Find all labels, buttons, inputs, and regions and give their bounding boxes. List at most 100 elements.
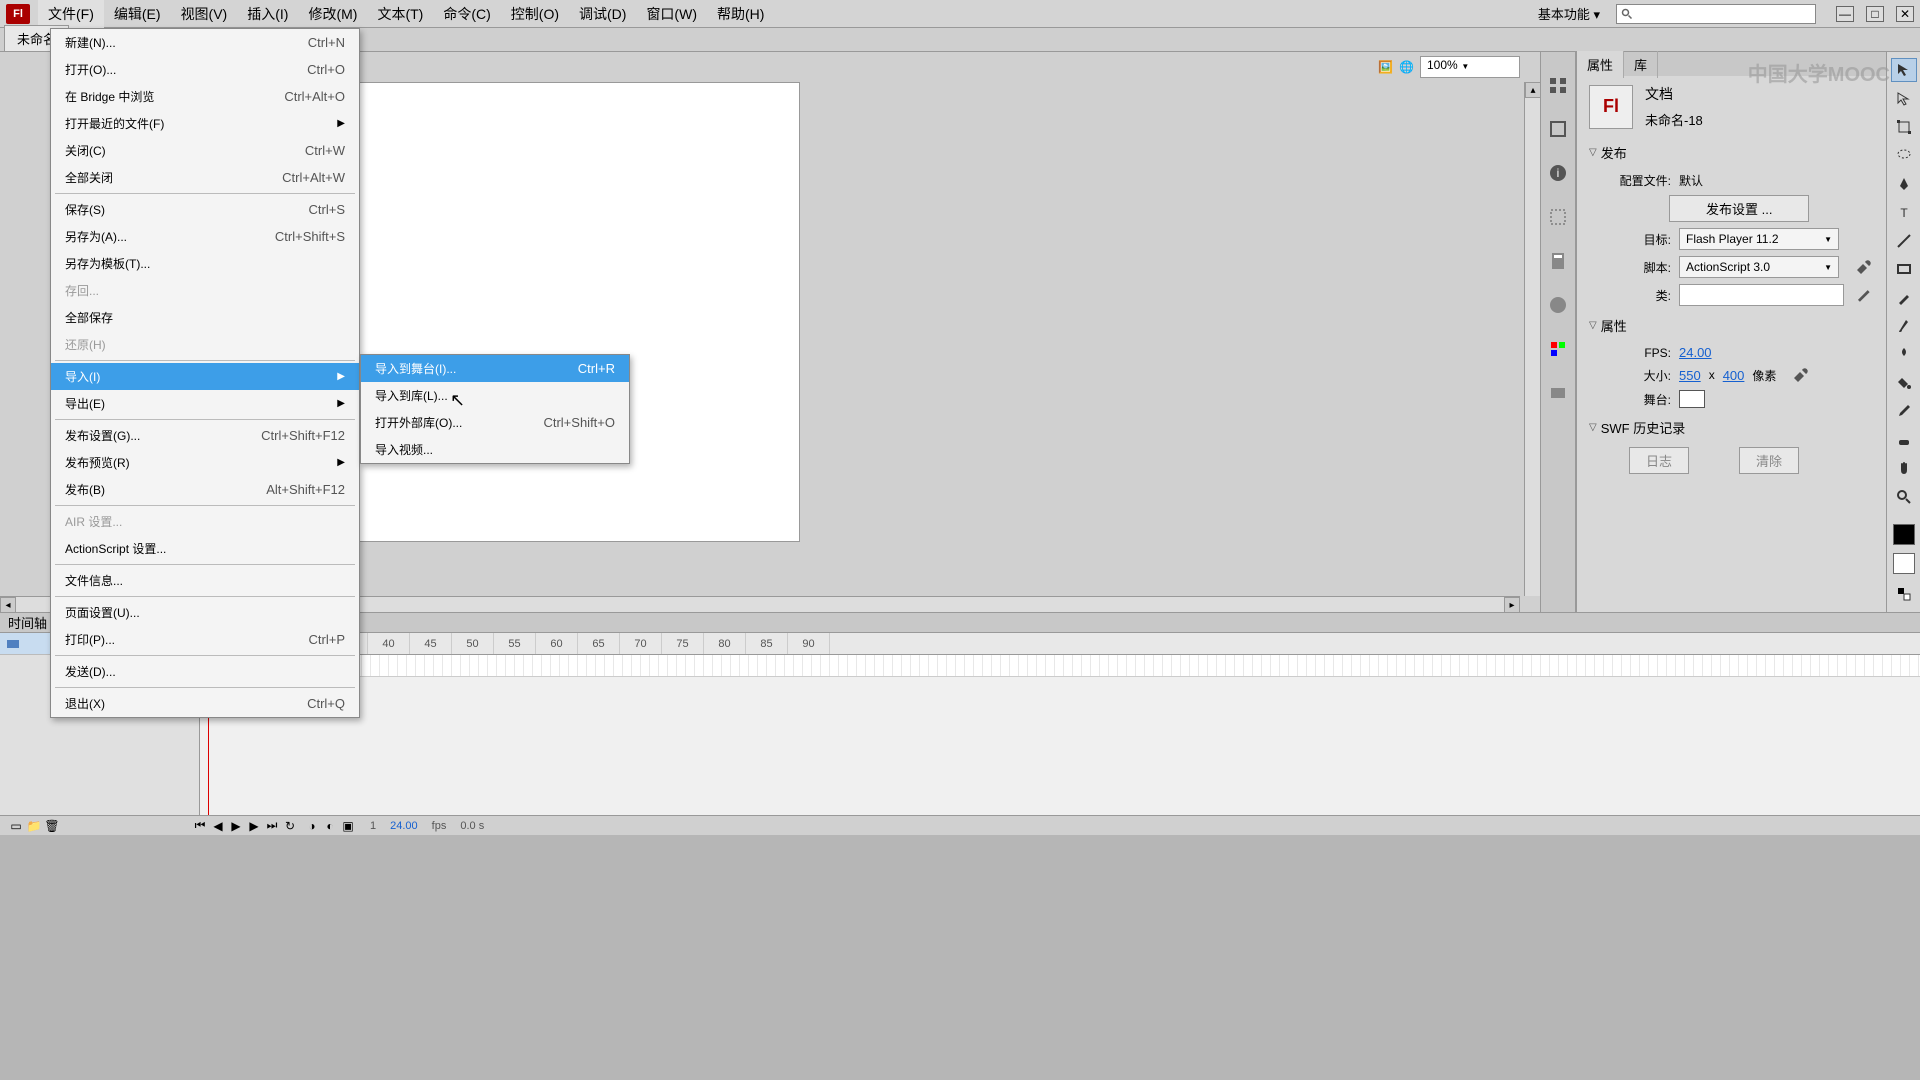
import-submenu-item[interactable]: 导入到舞台(I)...Ctrl+R [361, 355, 629, 382]
tab-library[interactable]: 库 [1624, 51, 1658, 78]
pencil-tool[interactable] [1891, 285, 1917, 309]
menu-insert[interactable]: 插入(I) [237, 0, 298, 28]
text-tool[interactable]: T [1891, 200, 1917, 224]
vertical-scrollbar[interactable]: ▴ [1524, 82, 1540, 596]
menu-modify[interactable]: 修改(M) [298, 0, 367, 28]
hand-tool[interactable] [1891, 456, 1917, 480]
wrench-icon[interactable] [1855, 258, 1873, 276]
stage-color-icon[interactable]: 🖼️ [1378, 60, 1393, 74]
step-back[interactable]: ◀ [210, 818, 226, 834]
pen-tool[interactable] [1891, 172, 1917, 196]
file-menu-item[interactable]: ActionScript 设置... [51, 535, 359, 562]
fps-value[interactable]: 24.00 [1679, 345, 1712, 360]
dock-bound-icon[interactable] [1545, 204, 1571, 230]
stage-globe-icon[interactable]: 🌐 [1399, 60, 1414, 74]
file-menu-item[interactable]: 关闭(C)Ctrl+W [51, 137, 359, 164]
target-select[interactable]: Flash Player 11.2 [1679, 228, 1839, 250]
frame-row[interactable] [200, 655, 1920, 677]
file-menu-item[interactable]: 发布(B)Alt+Shift+F12 [51, 476, 359, 503]
file-menu-item[interactable]: 页面设置(U)... [51, 599, 359, 626]
fill-color-swatch[interactable] [1893, 553, 1915, 574]
onion-skin-button[interactable]: ◑ [304, 818, 320, 834]
goto-last-frame[interactable]: ⏭ [264, 818, 280, 834]
file-menu-item[interactable]: 全部保存 [51, 304, 359, 331]
log-button[interactable]: 日志 [1629, 447, 1689, 474]
file-menu-item[interactable]: 另存为模板(T)... [51, 250, 359, 277]
file-menu-item[interactable]: 打开(O)...Ctrl+O [51, 56, 359, 83]
dock-components-icon[interactable] [1545, 380, 1571, 406]
subselection-tool[interactable] [1891, 86, 1917, 110]
section-attributes[interactable]: 属性 [1589, 312, 1874, 339]
delete-layer-button[interactable]: 🗑 [44, 818, 60, 834]
file-menu-item[interactable]: 导入(I)▶ [51, 363, 359, 390]
import-submenu-item[interactable]: 导入到库(L)... [361, 382, 629, 409]
play-button[interactable]: ▶ [228, 818, 244, 834]
lasso-tool[interactable] [1891, 143, 1917, 167]
menu-edit[interactable]: 编辑(E) [104, 0, 171, 28]
menu-file[interactable]: 文件(F) [38, 0, 104, 28]
eyedropper-tool[interactable] [1891, 399, 1917, 423]
menu-debug[interactable]: 调试(D) [569, 0, 636, 28]
pencil-icon[interactable] [1856, 286, 1874, 304]
file-menu-item[interactable]: 发布预览(R)▶ [51, 449, 359, 476]
search-input[interactable] [1616, 4, 1816, 24]
stroke-color-swatch[interactable] [1893, 524, 1915, 545]
file-menu-item[interactable]: 在 Bridge 中浏览Ctrl+Alt+O [51, 83, 359, 110]
maximize-button[interactable]: □ [1866, 6, 1884, 22]
dock-swatches-icon[interactable] [1545, 336, 1571, 362]
file-menu-item[interactable]: 发布设置(G)...Ctrl+Shift+F12 [51, 422, 359, 449]
close-button[interactable]: ✕ [1896, 6, 1914, 22]
section-publish[interactable]: 发布 [1589, 139, 1874, 166]
loop-button[interactable]: ↻ [282, 818, 298, 834]
swap-colors-icon[interactable] [1891, 582, 1917, 606]
eraser-tool[interactable] [1891, 427, 1917, 451]
class-input[interactable] [1679, 284, 1844, 306]
file-menu-item[interactable]: 全部关闭Ctrl+Alt+W [51, 164, 359, 191]
workspace-selector[interactable]: 基本功能 ▾ [1530, 2, 1608, 25]
scroll-up-arrow[interactable]: ▴ [1525, 82, 1541, 98]
menu-view[interactable]: 视图(V) [171, 0, 238, 28]
paint-bucket-tool[interactable] [1891, 371, 1917, 395]
file-menu-item[interactable]: 打开最近的文件(F)▶ [51, 110, 359, 137]
dock-align-icon[interactable] [1545, 72, 1571, 98]
file-menu-item[interactable]: 新建(N)...Ctrl+N [51, 29, 359, 56]
import-submenu-item[interactable]: 打开外部库(O)...Ctrl+Shift+O [361, 409, 629, 436]
frame-ruler[interactable]: 202530354045505560657075808590 [200, 633, 1920, 655]
file-menu-item[interactable]: 发送(D)... [51, 658, 359, 685]
file-menu-item[interactable]: 导出(E)▶ [51, 390, 359, 417]
import-submenu-item[interactable]: 导入视频... [361, 436, 629, 463]
goto-first-frame[interactable]: ⏮ [192, 818, 208, 834]
minimize-button[interactable]: — [1836, 6, 1854, 22]
rectangle-tool[interactable] [1891, 257, 1917, 281]
menu-help[interactable]: 帮助(H) [707, 0, 774, 28]
tab-properties[interactable]: 属性 [1577, 51, 1624, 78]
zoom-tool[interactable] [1891, 484, 1917, 508]
scroll-right-arrow[interactable]: ▸ [1504, 597, 1520, 613]
zoom-select[interactable]: 100% ▼ [1420, 56, 1520, 78]
line-tool[interactable] [1891, 229, 1917, 253]
dock-info-icon[interactable]: i [1545, 160, 1571, 186]
menu-text[interactable]: 文本(T) [367, 0, 433, 28]
dock-color-icon[interactable] [1545, 292, 1571, 318]
selection-tool[interactable] [1891, 58, 1917, 82]
size-wrench-icon[interactable] [1792, 366, 1810, 384]
menu-window[interactable]: 窗口(W) [636, 0, 707, 28]
stage-color-swatch[interactable] [1679, 390, 1705, 408]
dock-library-icon[interactable] [1545, 248, 1571, 274]
new-layer-button[interactable]: ▭ [8, 818, 24, 834]
onion-outline-button[interactable]: ◐ [322, 818, 338, 834]
deco-tool[interactable] [1891, 342, 1917, 366]
edit-multiple-button[interactable]: ▣ [340, 818, 356, 834]
dock-transform-icon[interactable] [1545, 116, 1571, 142]
new-folder-button[interactable]: 📁 [26, 818, 42, 834]
file-menu-item[interactable]: 文件信息... [51, 567, 359, 594]
clear-button[interactable]: 清除 [1739, 447, 1799, 474]
file-menu-item[interactable]: 打印(P)...Ctrl+P [51, 626, 359, 653]
file-menu-item[interactable]: 退出(X)Ctrl+Q [51, 690, 359, 717]
step-forward[interactable]: ▶ [246, 818, 262, 834]
height-value[interactable]: 400 [1723, 368, 1745, 383]
section-swf-history[interactable]: SWF 历史记录 [1589, 414, 1874, 441]
scroll-left-arrow[interactable]: ◂ [0, 597, 16, 613]
menu-commands[interactable]: 命令(C) [433, 0, 500, 28]
width-value[interactable]: 550 [1679, 368, 1701, 383]
